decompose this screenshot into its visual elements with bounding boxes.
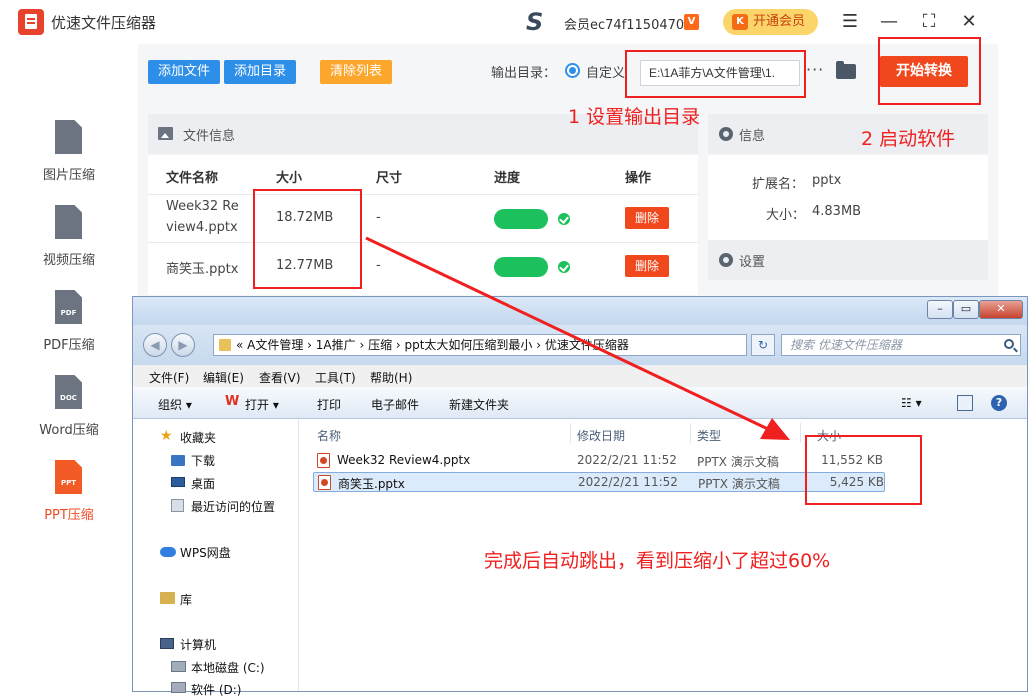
annotation-arrow bbox=[365, 236, 790, 440]
